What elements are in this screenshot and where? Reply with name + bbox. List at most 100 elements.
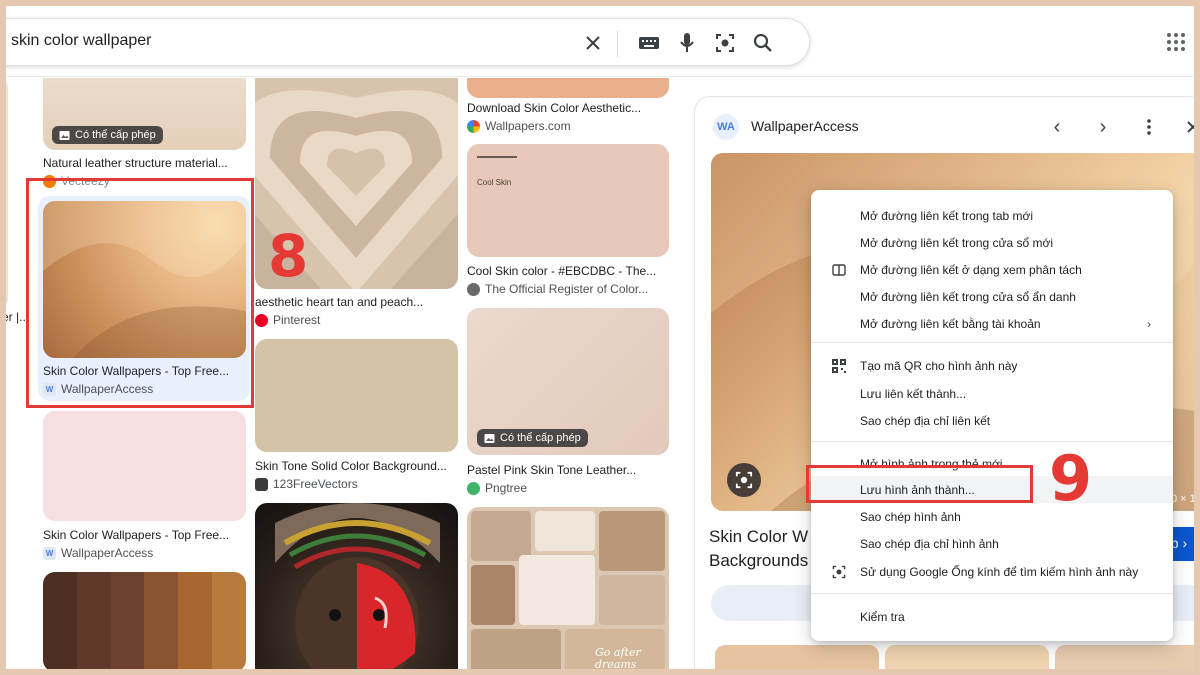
menu-save-link-as[interactable]: Lưu liên kết thành... <box>811 380 1173 407</box>
menu-open-link-new-window[interactable]: Mở đường liên kết trong cửa sổ mới <box>811 229 1173 256</box>
menu-item-label: Tạo mã QR cho hình ảnh này <box>860 358 1018 373</box>
more-options-icon[interactable] <box>1137 115 1161 139</box>
license-badge-label: Có thể cấp phép <box>500 432 581 444</box>
license-badge: Có thể cấp phép <box>477 429 588 447</box>
menu-copy-image[interactable]: Sao chép hình ảnh <box>811 503 1173 530</box>
search-icon[interactable] <box>751 31 775 55</box>
tile-source: W WallpaperAccess <box>43 546 153 560</box>
tile-title[interactable]: Skin Tone Solid Color Background... <box>255 459 458 473</box>
image-tile-cool-skin[interactable]: Cool Skin <box>467 144 669 257</box>
menu-copy-link-address[interactable]: Sao chép địa chỉ liên kết <box>811 407 1173 434</box>
image-tile-collage[interactable]: Go after dreams <box>467 507 669 669</box>
menu-item-label: Mở đường liên kết bằng tài khoản <box>860 316 1041 331</box>
menu-item-label: Mở đường liên kết ở dạng xem phân tách <box>860 262 1082 277</box>
tile-title[interactable]: aesthetic heart tan and peach... <box>255 295 458 309</box>
site-name[interactable]: WallpaperAccess <box>751 118 859 134</box>
wallpapers-com-icon <box>467 119 480 133</box>
tile-source-label: Pngtree <box>485 481 528 495</box>
pngtree-icon <box>467 481 480 495</box>
site-logo: WA <box>713 114 739 140</box>
tile-source-label: Wallpapers.com <box>485 119 571 133</box>
related-thumb[interactable] <box>885 645 1049 669</box>
menu-item-label: Kiểm tra <box>860 609 905 624</box>
menu-separator <box>811 441 1173 442</box>
tile-title[interactable]: Pastel Pink Skin Tone Leather... <box>467 463 669 477</box>
image-tile-aesthetic[interactable] <box>467 78 669 98</box>
register-of-colors-icon <box>467 282 480 296</box>
highlight-box-step8 <box>26 178 254 408</box>
card-lines <box>477 156 517 158</box>
preview-title-line2[interactable]: Backgrounds <box>709 551 808 571</box>
menu-item-label: Sao chép địa chỉ hình ảnh <box>860 536 999 551</box>
tile-source: Wallpapers.com <box>467 119 571 133</box>
tile-source: Pngtree <box>467 481 527 495</box>
header-divider <box>6 76 1194 77</box>
image-tile-palette[interactable] <box>43 572 246 669</box>
menu-open-link-incognito[interactable]: Mở đường liên kết trong cửa sổ ẩn danh <box>811 283 1173 310</box>
related-thumb[interactable] <box>715 645 879 669</box>
menu-separator <box>811 342 1173 343</box>
image-tile-edge[interactable] <box>6 78 8 308</box>
image-tile-solid[interactable] <box>255 339 458 452</box>
tile-source: The Official Register of Color... <box>467 282 669 296</box>
tile-title[interactable]: Cool Skin color - #EBCDBC - The... <box>467 264 669 278</box>
next-icon[interactable]: › <box>1091 115 1115 139</box>
image-tile-leather[interactable]: Có thể cấp phép <box>43 78 246 150</box>
context-menu: Mở đường liên kết trong tab mới Mở đường… <box>811 190 1173 641</box>
close-icon[interactable] <box>1181 115 1194 139</box>
menu-item-label: Lưu liên kết thành... <box>860 386 967 401</box>
menu-create-qr-code[interactable]: Tạo mã QR cho hình ảnh này <box>811 352 1173 379</box>
tile-title[interactable]: Download Skin Color Aesthetic... <box>467 101 669 115</box>
menu-item-label: Mở đường liên kết trong cửa sổ mới <box>860 235 1054 250</box>
menu-item-label: Mở đường liên kết trong cửa sổ ẩn danh <box>860 289 1076 304</box>
license-badge: Có thể cấp phép <box>52 126 163 144</box>
tile-source-label: WallpaperAccess <box>61 546 154 560</box>
qr-code-icon <box>831 358 847 374</box>
tile-title[interactable]: Skin Color Wallpapers - Top Free... <box>43 528 246 542</box>
menu-item-label: Sao chép địa chỉ liên kết <box>860 413 991 428</box>
menu-search-with-google-lens[interactable]: Sử dụng Google Ống kính để tìm kiếm hình… <box>811 558 1173 585</box>
related-thumb[interactable] <box>1055 645 1194 669</box>
wallpaperaccess-icon: W <box>43 546 56 560</box>
menu-open-link-with-account[interactable]: Mở đường liên kết bằng tài khoản › <box>811 310 1173 337</box>
menu-item-label: Sử dụng Google Ống kính để tìm kiếm hình… <box>860 564 1139 579</box>
split-view-icon <box>831 262 847 278</box>
tile-source: Pinterest <box>255 313 320 327</box>
menu-inspect[interactable]: Kiểm tra <box>811 603 1173 630</box>
tile-source: 123FreeVectors <box>255 477 358 491</box>
menu-item-label: Sao chép hình ảnh <box>860 509 961 524</box>
step-number-8: 8 <box>268 222 309 290</box>
menu-open-link-split-view[interactable]: Mở đường liên kết ở dạng xem phân tách <box>811 256 1173 283</box>
search-bar[interactable]: skin color wallpaper <box>6 18 810 66</box>
search-results-page: skin color wallpaper er |.. Có thể cấp p… <box>6 6 1194 669</box>
image-tile-pink[interactable] <box>43 411 246 521</box>
menu-separator <box>811 593 1173 594</box>
submenu-arrow-icon: › <box>1147 317 1151 331</box>
step-number-9: 9 <box>1049 442 1093 515</box>
menu-item-label: Mở đường liên kết trong tab mới <box>860 208 1034 223</box>
tile-source-label: Pinterest <box>273 313 321 327</box>
image-tile-pastel-leather[interactable]: Có thể cấp phép <box>467 308 669 455</box>
menu-open-link-new-tab[interactable]: Mở đường liên kết trong tab mới <box>811 202 1173 229</box>
previous-icon[interactable]: ‹ <box>1045 115 1069 139</box>
search-query[interactable]: skin color wallpaper <box>11 32 152 50</box>
lens-search-button[interactable] <box>727 463 761 497</box>
collage-text: Go after dreams <box>595 646 641 670</box>
menu-copy-image-address[interactable]: Sao chép địa chỉ hình ảnh <box>811 530 1173 557</box>
tile-source-label: The Official Register of Color... <box>485 282 649 296</box>
apps-grid-icon[interactable] <box>1166 32 1186 52</box>
search-divider <box>617 31 618 57</box>
keyboard-icon[interactable] <box>637 31 661 55</box>
preview-title-line1[interactable]: Skin Color W <box>709 527 808 547</box>
highlight-box-step9 <box>806 465 1033 503</box>
image-dimensions: 0 × 1 <box>1171 493 1194 505</box>
image-tile-portrait[interactable] <box>255 503 458 669</box>
lens-icon[interactable] <box>713 31 737 55</box>
tile-title[interactable]: Natural leather structure material... <box>43 156 246 170</box>
card-text: Cool Skin <box>477 178 512 187</box>
google-lens-icon <box>831 564 847 580</box>
microphone-icon[interactable] <box>675 31 699 55</box>
123freevectors-icon <box>255 477 268 491</box>
clear-icon[interactable] <box>581 31 605 55</box>
license-badge-label: Có thể cấp phép <box>75 129 156 141</box>
